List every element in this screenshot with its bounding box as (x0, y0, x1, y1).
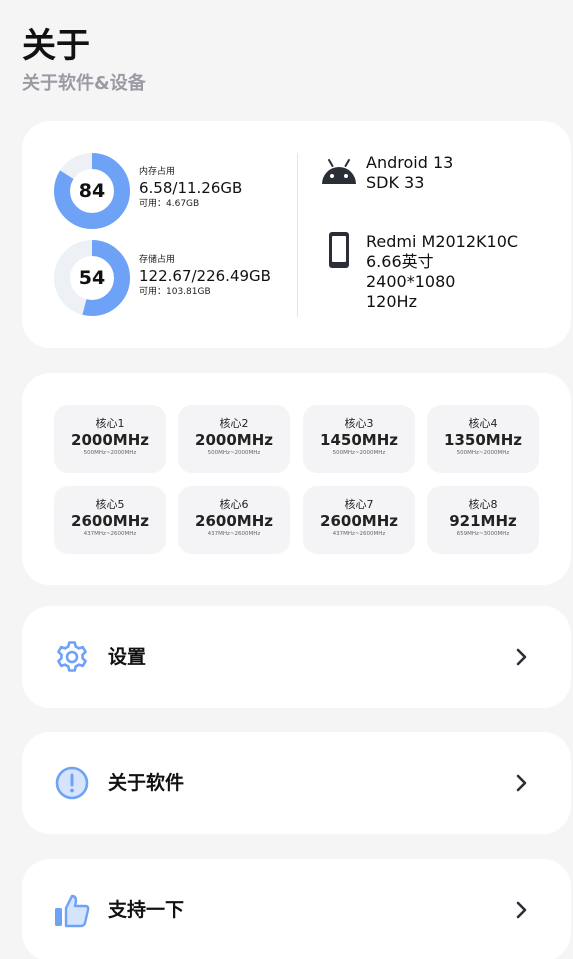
core-name: 核心3 (344, 417, 374, 430)
storage-ring: 54 (52, 238, 132, 318)
core-item-8: 核心8 921MHz 659MHz~3000MHz (427, 486, 539, 554)
chevron-right-icon (516, 901, 527, 919)
core-range: 437MHz~2600MHz (207, 531, 261, 537)
core-name: 核心1 (95, 417, 125, 430)
memory-percent: 84 (78, 180, 106, 202)
device-info-card: 84 内存占用 6.58/11.26GB 可用：4.67GB 54 存储占用 1… (22, 121, 571, 348)
chevron-right-icon (516, 648, 527, 666)
core-name: 核心7 (344, 498, 374, 511)
storage-available: 可用：103.81GB (139, 287, 211, 297)
core-range: 437MHz~2600MHz (332, 531, 386, 537)
storage-label: 存储占用 (139, 255, 176, 265)
core-range: 500MHz~2000MHz (332, 450, 386, 456)
core-item-3: 核心3 1450MHz 500MHz~2000MHz (303, 405, 415, 473)
android-icon (322, 159, 356, 184)
chevron-right-icon (516, 774, 527, 792)
page-title: 关于 (22, 26, 90, 66)
about-software-label: 关于软件 (108, 772, 185, 794)
core-item-2: 核心2 2000MHz 500MHz~2000MHz (178, 405, 290, 473)
core-range: 659MHz~3000MHz (456, 531, 510, 537)
core-frequency: 2600MHz (71, 512, 149, 530)
core-frequency: 1450MHz (320, 431, 398, 449)
core-item-1: 核心1 2000MHz 500MHz~2000MHz (54, 405, 166, 473)
memory-available: 可用：4.67GB (139, 199, 200, 209)
core-item-6: 核心6 2600MHz 437MHz~2600MHz (178, 486, 290, 554)
core-frequency: 2600MHz (195, 512, 273, 530)
android-version: Android 13 (366, 153, 454, 172)
screen-size: 6.66英寸 (366, 252, 434, 271)
core-item-5: 核心5 2600MHz 437MHz~2600MHz (54, 486, 166, 554)
phone-icon (329, 232, 349, 268)
about-software-menu-item[interactable]: 关于软件 (22, 732, 571, 834)
page-subtitle: 关于软件&设备 (22, 73, 146, 94)
device-info: Redmi M2012K10C 6.66英寸 2400*1080 120Hz (366, 232, 518, 312)
android-info: Android 13 SDK 33 (366, 153, 453, 193)
memory-stats: 内存占用 6.58/11.26GB 可用：4.67GB (139, 166, 242, 210)
settings-menu-item[interactable]: 设置 (22, 606, 571, 708)
info-divider (297, 153, 298, 317)
cpu-cores-card: 核心1 2000MHz 500MHz~2000MHz 核心2 2000MHz 5… (22, 373, 571, 585)
core-range: 500MHz~2000MHz (83, 450, 137, 456)
memory-value: 6.58/11.26GB (139, 179, 243, 197)
core-range: 500MHz~2000MHz (207, 450, 261, 456)
support-label: 支持一下 (108, 899, 185, 921)
core-frequency: 2000MHz (71, 431, 149, 449)
core-range: 500MHz~2000MHz (456, 450, 510, 456)
gear-icon (57, 641, 87, 672)
settings-label: 设置 (108, 646, 147, 668)
thumbs-up-icon (55, 894, 90, 928)
storage-stats: 存储占用 122.67/226.49GB 可用：103.81GB (139, 254, 271, 298)
info-icon (55, 766, 89, 800)
core-frequency: 1350MHz (444, 431, 522, 449)
screen-resolution: 2400*1080 (366, 272, 456, 291)
core-name: 核心6 (219, 498, 249, 511)
refresh-rate: 120Hz (366, 292, 417, 311)
core-name: 核心8 (468, 498, 498, 511)
core-item-4: 核心4 1350MHz 500MHz~2000MHz (427, 405, 539, 473)
core-range: 437MHz~2600MHz (83, 531, 137, 537)
core-item-7: 核心7 2600MHz 437MHz~2600MHz (303, 486, 415, 554)
about-page: 关于 关于软件&设备 84 内存占用 6.58/11.26GB 可用：4.67G… (0, 0, 573, 959)
memory-ring: 84 (52, 151, 132, 231)
storage-percent: 54 (78, 267, 106, 289)
sdk-version: SDK 33 (366, 173, 425, 192)
core-name: 核心2 (219, 417, 249, 430)
core-frequency: 921MHz (449, 512, 517, 530)
memory-label: 内存占用 (139, 167, 176, 177)
core-frequency: 2000MHz (195, 431, 273, 449)
storage-value: 122.67/226.49GB (139, 267, 271, 285)
device-model: Redmi M2012K10C (366, 232, 519, 251)
core-name: 核心4 (468, 417, 498, 430)
support-menu-item[interactable]: 支持一下 (22, 859, 571, 959)
core-frequency: 2600MHz (320, 512, 398, 530)
core-name: 核心5 (95, 498, 125, 511)
